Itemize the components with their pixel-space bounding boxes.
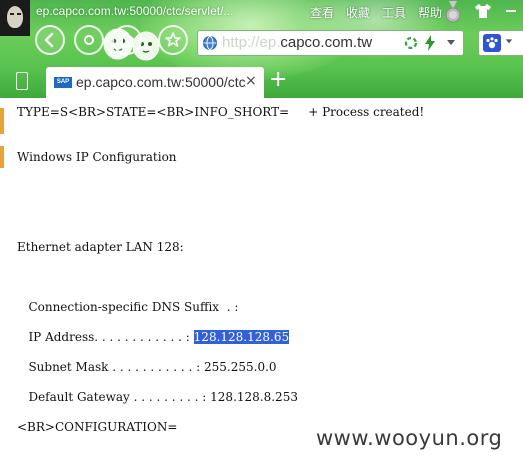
arrow-right-icon: [84, 35, 94, 45]
user-avatar[interactable]: [0, 0, 30, 36]
sap-favicon-icon: SAP: [54, 77, 72, 88]
globe-icon: [203, 36, 217, 50]
new-tab-button[interactable]: +: [269, 69, 287, 91]
paw-icon: [483, 34, 501, 52]
menu-bar: 查看 收藏 工具 帮助: [304, 4, 448, 21]
response-line-adapter: Ethernet adapter LAN 128:: [17, 240, 184, 254]
response-line-gateway: Default Gateway . . . . . . . . . : 128.…: [17, 390, 298, 404]
watermark: www.wooyun.org: [316, 426, 503, 450]
refresh-icon[interactable]: [404, 36, 418, 50]
medal-icon[interactable]: [444, 1, 462, 23]
browser-window: ep.capco.com.tw:50000/ctc/servlet/... 查看…: [0, 0, 523, 467]
browser-chrome: ep.capco.com.tw:50000/ctc/servlet/... 查看…: [0, 0, 523, 98]
tab-close-button[interactable]: ×: [245, 73, 257, 89]
address-bar[interactable]: http://ep.capco.com.tw: [197, 30, 464, 56]
forward-button[interactable]: [74, 25, 104, 55]
search-engine-selector[interactable]: [478, 30, 523, 56]
left-gutter: [0, 98, 4, 467]
address-url-domain: capco.com.tw: [280, 34, 373, 51]
menu-favorites[interactable]: 收藏: [340, 4, 376, 21]
skin-shirt-icon[interactable]: [474, 3, 492, 19]
favorites-button[interactable]: [158, 25, 188, 55]
tab-active[interactable]: SAP ep.capco.com.tw:50000/ctc/: ×: [46, 67, 264, 98]
chevron-down-icon: [505, 39, 513, 44]
menu-help[interactable]: 帮助: [412, 4, 448, 21]
minimize-icon: [506, 10, 516, 12]
home-button[interactable]: [112, 25, 142, 55]
address-url-prefix: http://ep.: [222, 34, 281, 51]
response-line-heading: Windows IP Configuration: [17, 150, 177, 164]
lightning-icon[interactable]: [424, 35, 436, 51]
page-content: TYPE=S<BR>STATE=<BR>INFO_SHORT= + Proces…: [0, 98, 523, 467]
response-line-status: TYPE=S<BR>STATE=<BR>INFO_SHORT= + Proces…: [17, 105, 425, 119]
ip-address-value-selected[interactable]: 128.128.128.65: [193, 330, 290, 344]
ip-address-label: IP Address. . . . . . . . . . . . :: [17, 330, 194, 344]
minimize-button[interactable]: [500, 2, 522, 20]
arrow-left-icon: [44, 32, 54, 48]
response-line-dns-suffix: Connection-specific DNS Suffix . :: [17, 300, 239, 314]
tab-title: ep.capco.com.tw:50000/ctc/:: [76, 74, 246, 90]
star-icon: [165, 32, 181, 47]
home-icon: [119, 33, 135, 47]
mobile-device-icon[interactable]: [16, 72, 28, 90]
address-url[interactable]: http://ep.capco.com.tw: [222, 34, 372, 51]
response-line-subnet: Subnet Mask . . . . . . . . . . . : 255.…: [17, 360, 277, 374]
menu-tools[interactable]: 工具: [376, 4, 412, 21]
menu-view[interactable]: 查看: [304, 4, 340, 21]
window-title: ep.capco.com.tw:50000/ctc/servlet/...: [36, 4, 234, 18]
response-line-configuration: <BR>CONFIGURATION=: [17, 420, 178, 434]
response-line-ip-address: IP Address. . . . . . . . . . . . : 128.…: [17, 330, 290, 344]
chevron-down-icon[interactable]: [446, 37, 456, 47]
back-button[interactable]: [35, 25, 65, 55]
